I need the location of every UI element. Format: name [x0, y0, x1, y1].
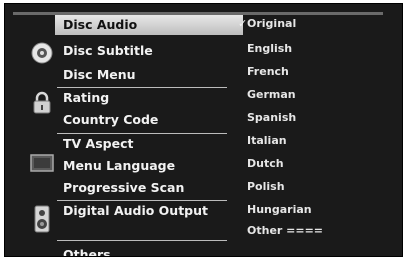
option-other[interactable]: Other ==== [247, 222, 323, 240]
menu-item-disc-subtitle[interactable]: Disc Subtitle [63, 41, 153, 61]
speaker-icon [30, 205, 54, 233]
menu-item-disc-menu[interactable]: Disc Menu [63, 65, 136, 85]
menu-item-tv-aspect[interactable]: TV Aspect [63, 134, 133, 154]
menu-item-country-code[interactable]: Country Code [63, 110, 158, 130]
menu-item-menu-language[interactable]: Menu Language [63, 156, 175, 176]
disc-icon [30, 41, 54, 65]
option-polish[interactable]: Polish [247, 178, 285, 196]
menu-item-others[interactable]: Others [63, 245, 111, 256]
menu-item-digital-audio-output[interactable]: Digital Audio Output [63, 201, 208, 221]
setup-menu-frame: Disc Audio Disc Subtitle Disc Menu Ratin… [4, 3, 403, 257]
option-italian[interactable]: Italian [247, 132, 287, 150]
option-label: Original [247, 17, 297, 30]
option-spanish[interactable]: Spanish [247, 109, 296, 127]
menu-item-disc-audio[interactable]: Disc Audio [55, 15, 243, 35]
options-list: ✓ Original English French German Spanish… [237, 15, 397, 251]
option-hungarian[interactable]: Hungarian [247, 201, 312, 219]
option-german[interactable]: German [247, 86, 296, 104]
menu-separator [57, 240, 227, 241]
option-original[interactable]: ✓ Original [238, 15, 297, 33]
menu-item-rating[interactable]: Rating [63, 88, 109, 108]
tv-icon [30, 151, 54, 175]
lock-icon [30, 91, 54, 115]
option-french[interactable]: French [247, 63, 289, 81]
main-menu: Disc Audio Disc Subtitle Disc Menu Ratin… [13, 15, 243, 256]
menu-item-progressive-scan[interactable]: Progressive Scan [63, 178, 184, 198]
option-english[interactable]: English [247, 40, 292, 58]
option-dutch[interactable]: Dutch [247, 155, 284, 173]
setup-menu-screen: Disc Audio Disc Subtitle Disc Menu Ratin… [0, 0, 411, 261]
check-icon: ✓ [238, 17, 248, 30]
